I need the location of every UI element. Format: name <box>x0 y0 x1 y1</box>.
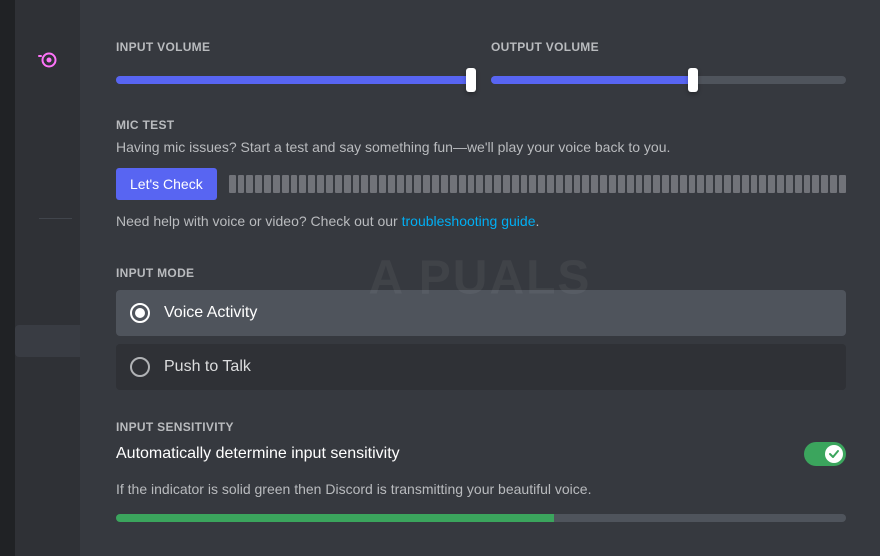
auto-sensitivity-toggle[interactable] <box>804 442 846 466</box>
server-bar <box>0 0 15 556</box>
input-sensitivity-heading: INPUT SENSITIVITY <box>116 420 846 434</box>
lets-check-button[interactable]: Let's Check <box>116 168 217 200</box>
radio-label: Push to Talk <box>164 358 251 376</box>
input-mode-heading: INPUT MODE <box>116 266 846 280</box>
sensitivity-indicator <box>116 514 846 522</box>
mic-level-meter <box>229 175 846 193</box>
troubleshooting-link[interactable]: troubleshooting guide <box>402 213 536 229</box>
auto-sensitivity-label: Automatically determine input sensitivit… <box>116 445 400 463</box>
input-mode-option-voice-activity[interactable]: Voice Activity <box>116 290 846 336</box>
mic-test-heading: MIC TEST <box>116 118 846 132</box>
sensitivity-help-text: If the indicator is solid green then Dis… <box>116 480 846 498</box>
input-volume-slider[interactable] <box>116 70 471 90</box>
help-prefix: Need help with voice or video? Check out… <box>116 213 402 229</box>
sidebar-divider <box>39 218 72 219</box>
output-volume-slider[interactable] <box>491 70 846 90</box>
input-volume-label: INPUT VOLUME <box>116 40 471 54</box>
radio-icon <box>130 303 150 323</box>
radio-label: Voice Activity <box>164 304 257 322</box>
output-volume-label: OUTPUT VOLUME <box>491 40 846 54</box>
toggle-knob <box>825 445 843 463</box>
input-mode-option-push-to-talk[interactable]: Push to Talk <box>116 344 846 390</box>
radio-icon <box>130 357 150 377</box>
troubleshoot-help-text: Need help with voice or video? Check out… <box>116 212 846 230</box>
mic-test-description: Having mic issues? Start a test and say … <box>116 138 846 156</box>
nitro-icon[interactable] <box>36 48 60 72</box>
channel-list-pane <box>15 0 80 556</box>
sidebar-active-item[interactable] <box>15 325 80 357</box>
voice-settings-panel: A PUALS INPUT VOLUME OUTPUT VOLUME MIC T… <box>80 0 880 556</box>
